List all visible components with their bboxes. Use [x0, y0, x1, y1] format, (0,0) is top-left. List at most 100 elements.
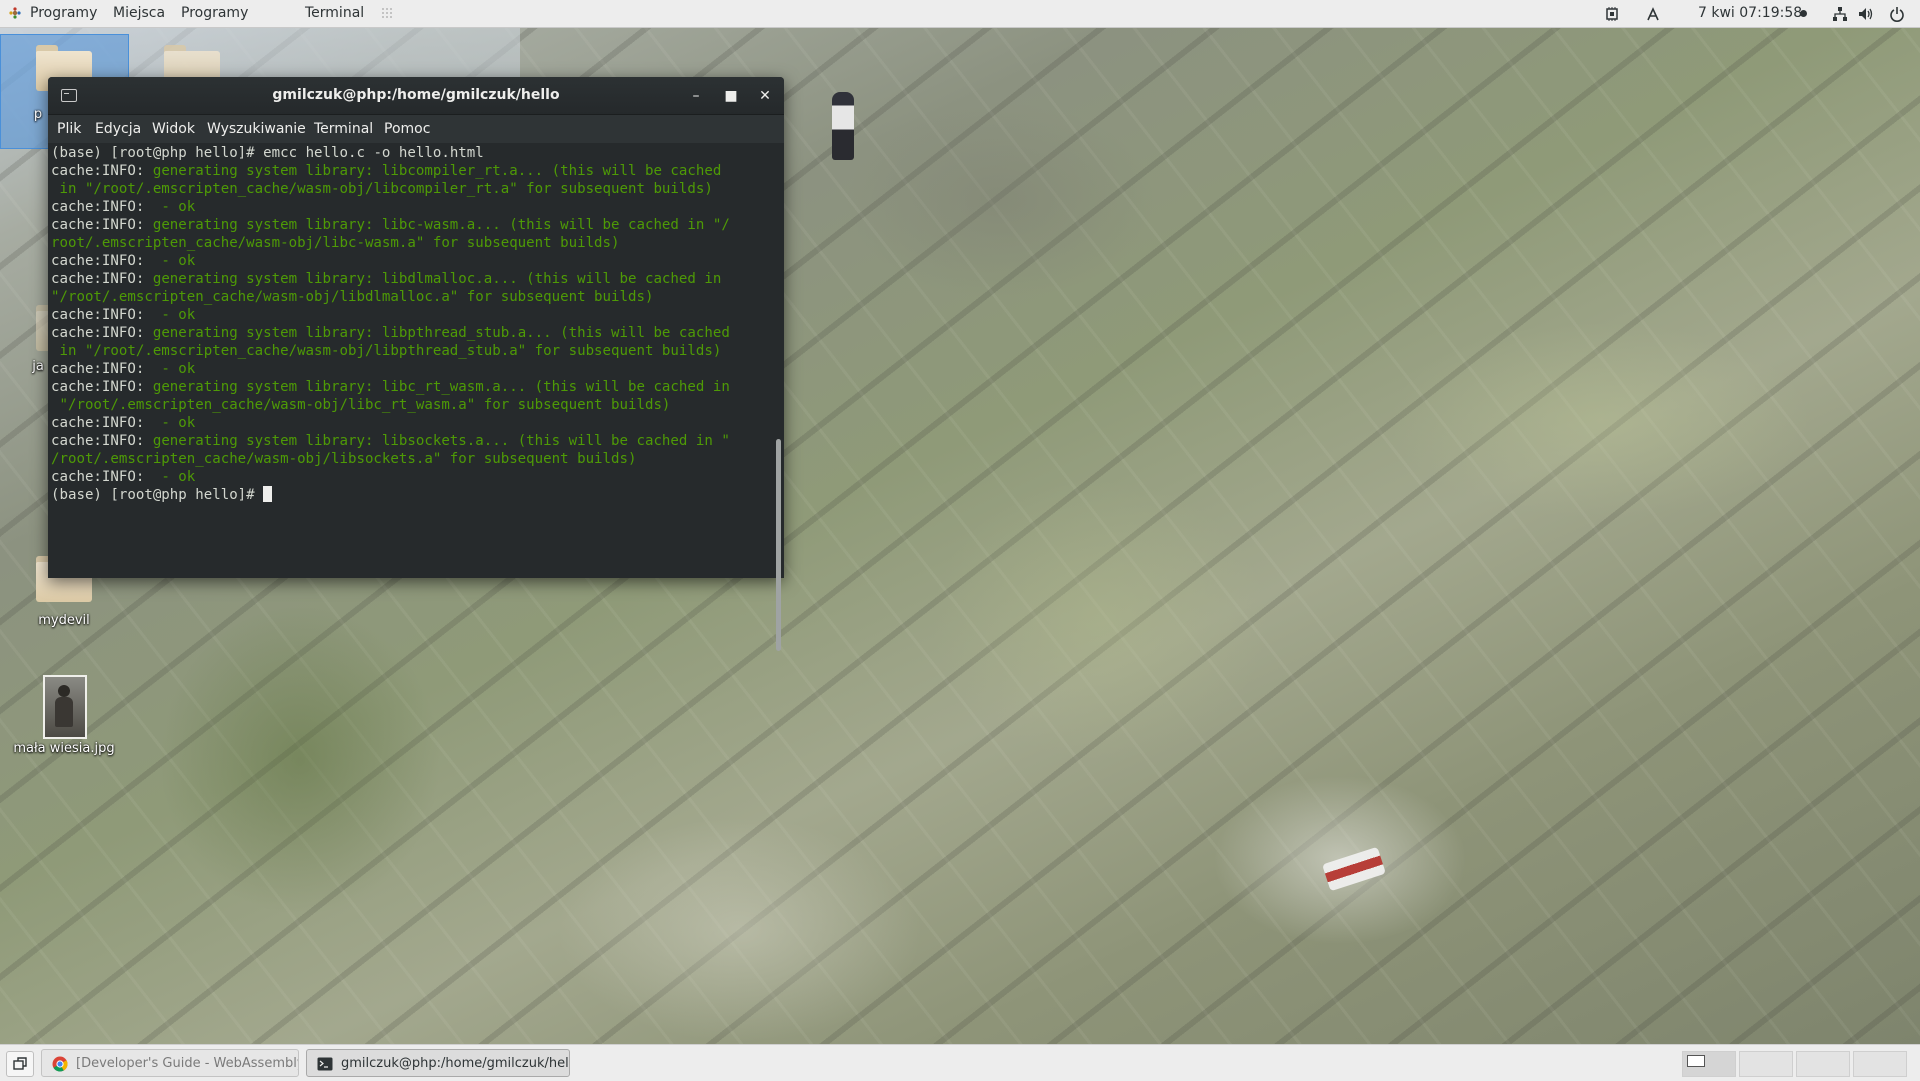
volume-icon[interactable] — [1858, 6, 1874, 22]
desktop-icon-label[interactable]: mała wiesia.jpg — [4, 741, 124, 756]
log-message: generating system library: libsockets.a.… — [152, 433, 730, 449]
taskbar-item-terminal[interactable]: gmilczuk@php:/home/gmilczuk/hello — [306, 1049, 570, 1077]
log-message: generating system library: libc-wasm.a..… — [152, 217, 730, 233]
command: emcc hello.c -o hello.html — [263, 145, 484, 161]
image-file-icon[interactable] — [43, 675, 87, 739]
terminal-output-line: cache:INFO: generating system library: l… — [51, 378, 730, 396]
menu-file[interactable]: Plik — [57, 115, 81, 143]
log-message: generating system library: libcompiler_r… — [152, 163, 722, 179]
prompt: (base) [root@php hello]# — [51, 487, 264, 503]
text-cursor — [263, 486, 273, 502]
terminal-output-line: cache:INFO: generating system library: l… — [51, 432, 730, 450]
log-message: generating system library: libpthread_st… — [152, 325, 730, 341]
log-message: "/root/.emscripten_cache/wasm-obj/libdlm… — [51, 289, 654, 305]
active-app-menu[interactable]: Terminal — [305, 0, 364, 27]
log-message: - ok — [152, 415, 196, 431]
clock[interactable]: 7 kwi 07:19:58 — [1698, 0, 1802, 27]
log-message: - ok — [152, 253, 196, 269]
terminal-output-line: cache:INFO: - ok — [51, 414, 730, 432]
workspace-3[interactable] — [1796, 1051, 1850, 1077]
menu-search[interactable]: Wyszukiwanie — [207, 115, 306, 143]
cpu-monitor-icon[interactable] — [1604, 6, 1620, 22]
log-message: - ok — [152, 307, 196, 323]
terminal-output-line: /root/.emscripten_cache/wasm-obj/libsock… — [51, 450, 730, 468]
scrollbar-thumb[interactable] — [776, 439, 781, 651]
log-prefix: cache:INFO: — [51, 271, 153, 287]
log-message: in "/root/.emscripten_cache/wasm-obj/lib… — [51, 181, 713, 197]
terminal-output-line: cache:INFO: generating system library: l… — [51, 324, 730, 342]
input-method-icon[interactable] — [1645, 6, 1661, 22]
terminal-command-line: (base) [root@php hello]# emcc hello.c -o… — [51, 144, 730, 162]
log-message: in "/root/.emscripten_cache/wasm-obj/lib… — [51, 343, 722, 359]
terminal-scrollbar[interactable] — [774, 143, 784, 651]
network-icon[interactable] — [1832, 6, 1848, 22]
log-message: root/.emscripten_cache/wasm-obj/libc-was… — [51, 235, 620, 251]
terminal-output-line: "/root/.emscripten_cache/wasm-obj/libc_r… — [51, 396, 730, 414]
log-message: - ok — [152, 199, 196, 215]
top-panel: Programy Miejsca Programy Terminal 7 kwi… — [0, 0, 1920, 28]
log-message: - ok — [152, 469, 196, 485]
terminal-output-line: in "/root/.emscripten_cache/wasm-obj/lib… — [51, 180, 730, 198]
terminal-output-line: root/.emscripten_cache/wasm-obj/libc-was… — [51, 234, 730, 252]
taskbar-item-browser[interactable]: [Developer's Guide - WebAssembly -... — [41, 1049, 299, 1077]
places-menu[interactable]: Miejsca — [113, 0, 165, 27]
terminal-prompt-line: (base) [root@php hello]# — [51, 486, 730, 504]
menu-view[interactable]: Widok — [152, 115, 195, 143]
terminal-output-line: cache:INFO: - ok — [51, 360, 730, 378]
log-message: /root/.emscripten_cache/wasm-obj/libsock… — [51, 451, 637, 467]
terminal-icon — [317, 1057, 333, 1071]
log-prefix: cache:INFO: — [51, 469, 153, 485]
prompt: (base) [root@php hello]# — [51, 145, 264, 161]
log-message: "/root/.emscripten_cache/wasm-obj/libc_r… — [51, 397, 671, 413]
terminal-output-line: cache:INFO: generating system library: l… — [51, 216, 730, 234]
terminal-output-line: cache:INFO: - ok — [51, 306, 730, 324]
log-prefix: cache:INFO: — [51, 325, 153, 341]
workspace-1[interactable] — [1682, 1051, 1736, 1077]
terminal-output-line: cache:INFO: - ok — [51, 198, 730, 216]
menu-terminal[interactable]: Terminal — [314, 115, 373, 143]
app-grid-icon[interactable] — [381, 7, 393, 19]
terminal-output-line: in "/root/.emscripten_cache/wasm-obj/lib… — [51, 342, 730, 360]
log-prefix: cache:INFO: — [51, 217, 153, 233]
log-prefix: cache:INFO: — [51, 361, 153, 377]
applications-menu[interactable]: Programy — [30, 0, 97, 27]
desktop-icon-label[interactable]: mydevil — [4, 613, 124, 628]
terminal-icon — [61, 89, 77, 102]
terminal-window[interactable]: gmilczuk@php:/home/gmilczuk/hello – ■ ✕ … — [48, 77, 784, 651]
terminal-titlebar[interactable]: gmilczuk@php:/home/gmilczuk/hello – ■ ✕ — [48, 77, 784, 115]
power-icon[interactable] — [1889, 6, 1905, 22]
terminal-output-line: cache:INFO: - ok — [51, 252, 730, 270]
workspace-window-thumb — [1687, 1055, 1705, 1067]
log-prefix: cache:INFO: — [51, 379, 153, 395]
log-prefix: cache:INFO: — [51, 415, 153, 431]
terminal-menubar: Plik Edycja Widok Wyszukiwanie Terminal … — [48, 115, 784, 143]
log-message: generating system library: libdlmalloc.a… — [152, 271, 722, 287]
window-title: gmilczuk@php:/home/gmilczuk/hello — [272, 87, 560, 103]
log-message: generating system library: libc_rt_wasm.… — [152, 379, 730, 395]
terminal-lines: (base) [root@php hello]# emcc hello.c -o… — [51, 144, 730, 504]
log-prefix: cache:INFO: — [51, 253, 153, 269]
maximize-button[interactable]: ■ — [720, 85, 742, 107]
menu-edit[interactable]: Edycja — [95, 115, 141, 143]
bottom-taskbar: [Developer's Guide - WebAssembly -... gm… — [0, 1044, 1920, 1081]
apps-menu-icon — [9, 7, 21, 19]
workspace-2[interactable] — [1739, 1051, 1793, 1077]
log-prefix: cache:INFO: — [51, 307, 153, 323]
terminal-output[interactable]: (base) [root@php hello]# emcc hello.c -o… — [48, 143, 772, 578]
terminal-output-line: cache:INFO: generating system library: l… — [51, 162, 730, 180]
show-desktop-icon — [13, 1057, 27, 1070]
minimize-button[interactable]: – — [685, 85, 707, 107]
terminal-output-line: "/root/.emscripten_cache/wasm-obj/libdlm… — [51, 288, 730, 306]
close-button[interactable]: ✕ — [754, 85, 776, 107]
task-label: [Developer's Guide - WebAssembly -... — [76, 1056, 299, 1071]
task-label: gmilczuk@php:/home/gmilczuk/hello — [341, 1056, 570, 1071]
programs-menu[interactable]: Programy — [181, 0, 248, 27]
menu-help[interactable]: Pomoc — [384, 115, 430, 143]
chrome-icon — [52, 1056, 68, 1072]
log-prefix: cache:INFO: — [51, 199, 153, 215]
log-prefix: cache:INFO: — [51, 433, 153, 449]
show-desktop-button[interactable] — [6, 1051, 34, 1077]
terminal-output-line: cache:INFO: - ok — [51, 468, 730, 486]
workspace-4[interactable] — [1853, 1051, 1907, 1077]
wallpaper-hiker — [832, 92, 854, 160]
